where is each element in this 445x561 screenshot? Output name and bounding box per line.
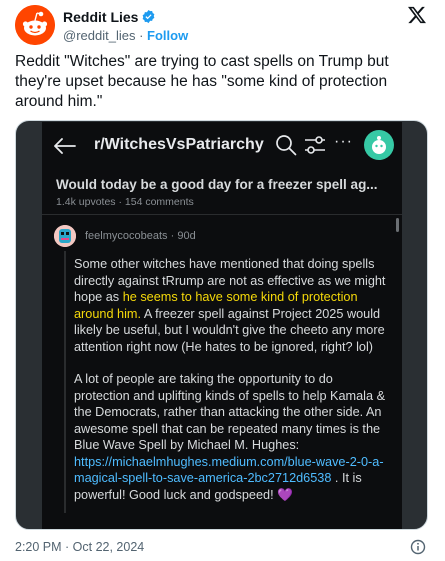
more-icon: ···: [334, 133, 353, 150]
user-avatar: [364, 130, 394, 160]
account-handle[interactable]: @reddit_lies: [63, 28, 135, 43]
filter-icon: [305, 136, 325, 154]
account-name[interactable]: Reddit Lies: [63, 9, 138, 25]
meta-separator: ·: [118, 196, 122, 208]
scrollbar: [396, 218, 399, 232]
comment-meta: feelmycocobeats · 90d: [85, 230, 196, 242]
account-avatar[interactable]: [15, 5, 55, 45]
thread-line: [64, 251, 66, 513]
post-title: Would today be a good day for a freezer …: [56, 177, 378, 192]
upvote-count: 1.4k upvotes: [56, 196, 116, 208]
comment-paragraph: A lot of people are taking the opportuni…: [74, 371, 392, 503]
tweet-timestamp[interactable]: 2:20 PM · Oct 22, 2024: [15, 540, 144, 554]
purple-heart-emoji: 💜: [277, 487, 293, 502]
snoo-avatar-icon: [372, 136, 386, 154]
reddit-screenshot: r/WitchesVsPatriarchy ··· Would today be…: [42, 122, 402, 529]
tweet-header: Reddit Lies @reddit_lies · Follow: [15, 5, 430, 45]
tweet-text: Reddit "Witches" are trying to cast spel…: [15, 53, 389, 110]
commenter-avatar: [54, 225, 76, 247]
post-meta: 1.4k upvotes · 154 comments: [56, 196, 194, 208]
comment-text: A lot of people are taking the opportuni…: [74, 372, 386, 452]
follow-button[interactable]: Follow: [147, 28, 188, 43]
back-arrow-icon: [54, 138, 76, 154]
x-logo-icon[interactable]: [407, 6, 427, 24]
handle-separator: ·: [139, 28, 144, 43]
subreddit-name: r/WitchesVsPatriarchy: [94, 136, 264, 153]
info-icon[interactable]: [410, 539, 426, 555]
tweet-card: Reddit Lies @reddit_lies · Follow Reddit…: [0, 0, 445, 561]
reddit-top-bar: r/WitchesVsPatriarchy ···: [42, 130, 402, 164]
search-icon: [276, 135, 297, 156]
reddit-logo-icon: [15, 5, 55, 45]
divider: [42, 214, 402, 215]
comment-body: Some other witches have mentioned that d…: [74, 256, 392, 519]
commenter-avatar-icon: [54, 225, 76, 247]
verified-badge-icon: [143, 9, 155, 24]
account-identity: Reddit Lies @reddit_lies · Follow: [63, 8, 188, 44]
comment-count: 154 comments: [124, 196, 194, 208]
tweet-media[interactable]: r/WitchesVsPatriarchy ··· Would today be…: [15, 120, 428, 530]
comment-age: 90d: [177, 230, 196, 242]
comment-paragraph: Some other witches have mentioned that d…: [74, 256, 392, 355]
comment-username: feelmycocobeats: [85, 230, 168, 242]
